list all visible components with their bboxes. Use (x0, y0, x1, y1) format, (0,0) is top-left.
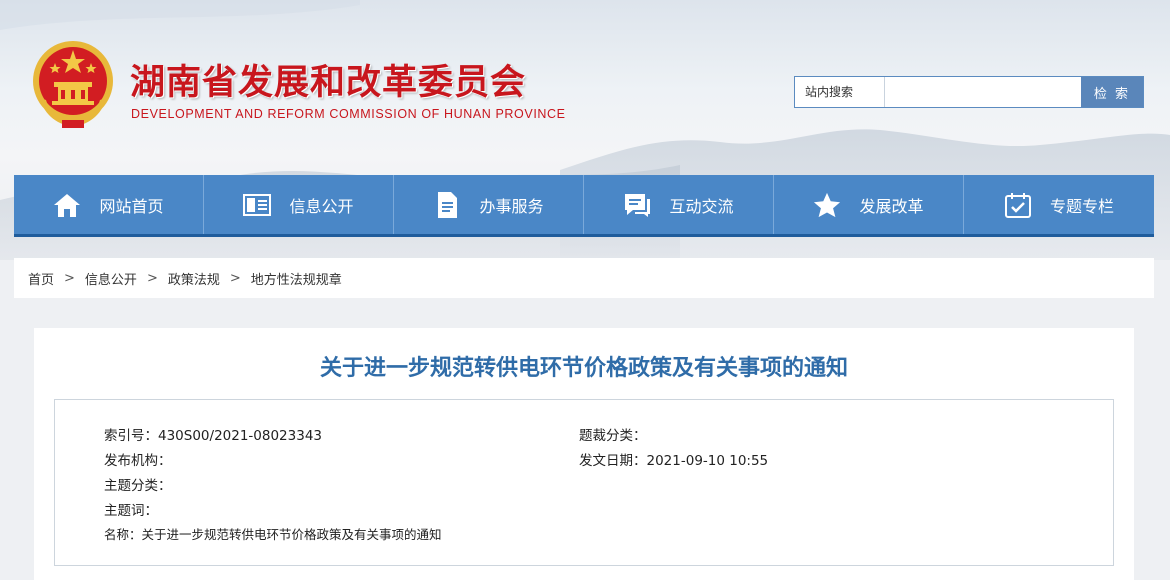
article-meta-box: 索引号：430S00/2021-08023343 题裁分类： 发布机构： 发文日… (54, 399, 1114, 566)
meta-date: 发文日期：2021-09-10 10:55 (579, 453, 769, 469)
nav-item-label: 专题专栏 (1049, 196, 1114, 216)
site-subtitle: DEVELOPMENT AND REFORM COMMISSION OF HUN… (131, 107, 566, 121)
nav-item-interaction[interactable]: 互动交流 (584, 175, 774, 234)
search-input[interactable] (885, 77, 1081, 107)
breadcrumb-info-disclosure[interactable]: 信息公开 (85, 269, 137, 288)
star-icon (813, 191, 841, 219)
meta-keywords: 主题词： (104, 503, 158, 519)
nav-item-special-topics[interactable]: 专题专栏 (964, 175, 1154, 234)
nav-item-label: 发展改革 (859, 196, 924, 216)
article-panel: 关于进一步规范转供电环节价格政策及有关事项的通知 索引号：430S00/2021… (34, 328, 1134, 580)
nav-item-info-disclosure[interactable]: 信息公开 (204, 175, 394, 234)
nav-item-label: 办事服务 (479, 196, 544, 216)
breadcrumb-policies[interactable]: 政策法规 (168, 269, 220, 288)
nav-item-services[interactable]: 办事服务 (394, 175, 584, 234)
info-card-icon (243, 191, 272, 219)
chat-icon (623, 191, 651, 219)
main-navigation: 网站首页 信息公开 办事服务 互动交流 发展改革 专题专栏 (14, 175, 1154, 237)
breadcrumb-home[interactable]: 首页 (28, 269, 54, 288)
search-button[interactable]: 检 索 (1081, 77, 1143, 107)
meta-name: 名称：关于进一步规范转供电环节价格政策及有关事项的通知 (104, 527, 442, 542)
meta-index-number: 索引号：430S00/2021-08023343 (104, 428, 323, 444)
calendar-check-icon (1004, 191, 1032, 219)
national-emblem-icon (30, 38, 116, 130)
breadcrumb: 首页 > 信息公开 > 政策法规 > 地方性法规规章 (14, 258, 1154, 298)
document-icon (433, 191, 461, 219)
meta-publisher: 发布机构： (104, 453, 172, 469)
nav-item-label: 互动交流 (669, 196, 734, 216)
home-icon (53, 191, 81, 219)
breadcrumb-separator: > (229, 270, 241, 286)
nav-item-reform[interactable]: 发展改革 (774, 175, 964, 234)
breadcrumb-local-regulations[interactable]: 地方性法规规章 (251, 269, 342, 288)
nav-item-label: 网站首页 (99, 196, 164, 216)
site-title: 湖南省发展和改革委员会 (130, 63, 527, 103)
nav-item-label: 信息公开 (289, 196, 354, 216)
meta-topic: 主题分类： (104, 478, 172, 494)
article-title: 关于进一步规范转供电环节价格政策及有关事项的通知 (319, 356, 848, 381)
breadcrumb-separator: > (64, 270, 75, 286)
search-label: 站内搜索 (795, 77, 885, 107)
site-search: 站内搜索 检 索 (794, 76, 1144, 108)
meta-genre: 题裁分类： (579, 428, 647, 444)
nav-item-home[interactable]: 网站首页 (14, 175, 204, 234)
breadcrumb-separator: > (146, 270, 158, 286)
